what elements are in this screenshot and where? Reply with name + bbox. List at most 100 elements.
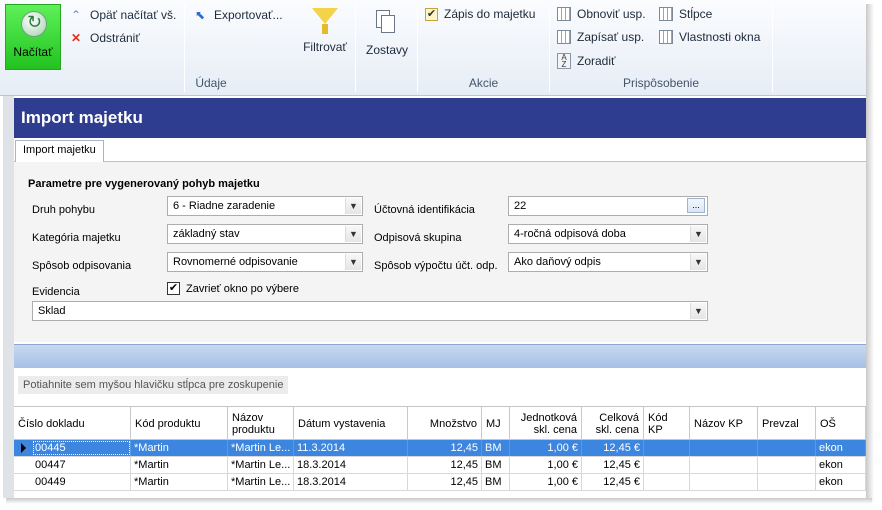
table-cell[interactable]: 00445 bbox=[32, 440, 131, 456]
table-cell[interactable]: ekon bbox=[816, 457, 866, 473]
table-cell[interactable]: ekon bbox=[816, 474, 866, 490]
table-cell[interactable] bbox=[758, 474, 816, 490]
calc-method-combo[interactable]: Ako daňový odpis ▼ bbox=[508, 252, 708, 272]
chevron-down-icon[interactable]: ▼ bbox=[690, 226, 706, 242]
table-cell[interactable]: 12,45 bbox=[408, 440, 482, 456]
table-cell[interactable]: BM bbox=[482, 457, 510, 473]
table-cell[interactable] bbox=[644, 440, 690, 456]
table-cell[interactable] bbox=[690, 474, 758, 490]
table-cell[interactable]: *Martin bbox=[131, 474, 228, 490]
table-cell[interactable]: *Martin Le... bbox=[228, 440, 294, 456]
column-header[interactable]: Názov KP bbox=[690, 407, 758, 440]
panel-splitter[interactable] bbox=[14, 344, 866, 368]
remove-button[interactable]: ✕ Odstrániť bbox=[68, 30, 140, 46]
table-cell[interactable]: 11.3.2014 bbox=[294, 440, 408, 456]
chevron-down-icon[interactable]: ▼ bbox=[345, 226, 361, 242]
column-header[interactable]: Kód produktu bbox=[131, 407, 228, 440]
reports-label: Zostavy bbox=[365, 43, 408, 57]
group-label-data: Údaje bbox=[195, 76, 227, 90]
depreciation-group-combo[interactable]: 4-ročná odpisová doba ▼ bbox=[508, 224, 708, 244]
table-row[interactable]: 00447 *Martin *Martin Le... 18.3.2014 12,45 B… bbox=[14, 457, 866, 474]
table-cell[interactable]: 1,00 € bbox=[510, 474, 582, 490]
table-cell[interactable]: 00447 bbox=[32, 457, 131, 473]
table-cell[interactable]: BM bbox=[482, 440, 510, 456]
row-indicator-icon bbox=[21, 443, 26, 453]
table-cell[interactable]: *Martin Le... bbox=[228, 474, 294, 490]
ellipsis-button[interactable]: ... bbox=[687, 198, 705, 213]
columns-button[interactable]: Stĺpce bbox=[659, 7, 712, 21]
table-row[interactable]: 00449 *Martin *Martin Le... 18.3.2014 12,45 B… bbox=[14, 474, 866, 491]
load-button-label: Načítať bbox=[13, 45, 53, 59]
column-header[interactable]: Dátum vystavenia bbox=[294, 407, 408, 440]
column-header[interactable]: OŠ bbox=[816, 407, 866, 440]
window-properties-label: Vlastnosti okna bbox=[679, 30, 761, 44]
sort-button[interactable]: AZ Zoradiť bbox=[557, 53, 616, 69]
column-header[interactable]: Názov produktu bbox=[228, 407, 294, 440]
ribbon-separator bbox=[772, 4, 773, 92]
delete-icon: ✕ bbox=[70, 31, 82, 45]
category-combo[interactable]: základný stav ▼ bbox=[167, 224, 363, 244]
data-grid: Číslo dokladu Kód produktu Názov produktu D… bbox=[14, 406, 866, 491]
table-cell[interactable]: 1,00 € bbox=[510, 440, 582, 456]
reports-button[interactable]: Zostavy bbox=[360, 8, 414, 57]
table-cell[interactable] bbox=[758, 440, 816, 456]
table-cell[interactable]: ekon bbox=[816, 440, 866, 456]
reload-all-button[interactable]: ⌃ Opäť načítať vš. bbox=[68, 7, 176, 23]
table-cell[interactable]: 12,45 bbox=[408, 474, 482, 490]
load-button[interactable]: Načítať bbox=[5, 4, 61, 70]
table-cell[interactable]: *Martin bbox=[131, 440, 228, 456]
save-layout-button[interactable]: Zapísať usp. bbox=[557, 30, 644, 44]
calc-method-value: Ako daňový odpis bbox=[514, 256, 601, 268]
table-cell[interactable]: 18.3.2014 bbox=[294, 457, 408, 473]
chevron-down-icon[interactable]: ▼ bbox=[690, 254, 706, 270]
ribbon: Načítať ⌃ Opäť načítať vš. ✕ Odstrániť ⬉… bbox=[0, 0, 866, 96]
table-cell[interactable]: 18.3.2014 bbox=[294, 474, 408, 490]
table-cell[interactable] bbox=[690, 440, 758, 456]
table-cell[interactable] bbox=[758, 457, 816, 473]
column-header[interactable]: MJ bbox=[482, 407, 510, 440]
table-cell[interactable]: 1,00 € bbox=[510, 457, 582, 473]
column-header[interactable]: Celková skl. cena bbox=[582, 407, 644, 440]
close-window-label[interactable]: Zavrieť okno po výbere bbox=[186, 283, 299, 295]
close-window-checkbox[interactable]: ✔ bbox=[167, 282, 180, 295]
group-panel[interactable]: Potiahnite sem myšou hlavičku stĺpca pre… bbox=[14, 368, 866, 406]
window-shadow-bottom bbox=[6, 498, 872, 504]
column-header[interactable]: Prevzal bbox=[758, 407, 816, 440]
main-panel: Import majetku Import majetku Parametre … bbox=[14, 98, 866, 498]
columns-icon bbox=[659, 7, 673, 21]
table-cell[interactable] bbox=[690, 457, 758, 473]
table-cell[interactable] bbox=[644, 457, 690, 473]
chevron-down-icon[interactable]: ▼ bbox=[345, 254, 361, 270]
depreciation-method-combo[interactable]: Rovnomerné odpisovanie ▼ bbox=[167, 252, 363, 272]
table-cell[interactable]: 12,45 € bbox=[582, 457, 644, 473]
table-row[interactable]: 00445 *Martin *Martin Le... 11.3.2014 12,45 B… bbox=[14, 440, 866, 457]
movement-type-combo[interactable]: 6 - Riadne zaradenie ▼ bbox=[167, 196, 363, 216]
write-asset-label: Zápis do majetku bbox=[444, 7, 536, 21]
table-cell[interactable]: 00449 bbox=[32, 474, 131, 490]
table-cell[interactable]: 12,45 € bbox=[582, 474, 644, 490]
depreciation-group-label: Odpisová skupina bbox=[374, 232, 462, 244]
table-cell[interactable]: BM bbox=[482, 474, 510, 490]
accounting-id-field[interactable]: 22 ... bbox=[508, 196, 708, 216]
section-title: Parametre pre vygenerovaný pohyb majetku bbox=[28, 178, 260, 190]
tab-import-majetku[interactable]: Import majetku bbox=[15, 140, 104, 163]
chevron-down-icon[interactable]: ▼ bbox=[690, 303, 706, 319]
table-cell[interactable]: *Martin bbox=[131, 457, 228, 473]
column-header[interactable]: Množstvo bbox=[408, 407, 482, 440]
refresh-layout-button[interactable]: Obnoviť usp. bbox=[557, 7, 646, 21]
category-label: Kategória majetku bbox=[32, 232, 121, 244]
table-cell[interactable] bbox=[644, 474, 690, 490]
filter-button[interactable]: Filtrovať bbox=[298, 8, 352, 54]
column-header[interactable]: Jednotková skl. cena bbox=[510, 407, 582, 440]
column-header[interactable]: Kód KP bbox=[644, 407, 690, 440]
table-cell[interactable]: 12,45 bbox=[408, 457, 482, 473]
evidence-combo[interactable]: Sklad ▼ bbox=[32, 301, 708, 321]
write-asset-button[interactable]: ✔ Zápis do majetku bbox=[425, 7, 535, 21]
column-header[interactable]: Číslo dokladu bbox=[14, 407, 131, 440]
window-properties-button[interactable]: Vlastnosti okna bbox=[659, 30, 760, 44]
filter-icon bbox=[312, 8, 338, 24]
chevron-down-icon[interactable]: ▼ bbox=[345, 198, 361, 214]
table-cell[interactable]: 12,45 € bbox=[582, 440, 644, 456]
export-button[interactable]: ⬉ Exportovať... bbox=[192, 7, 283, 23]
table-cell[interactable]: *Martin Le... bbox=[228, 457, 294, 473]
